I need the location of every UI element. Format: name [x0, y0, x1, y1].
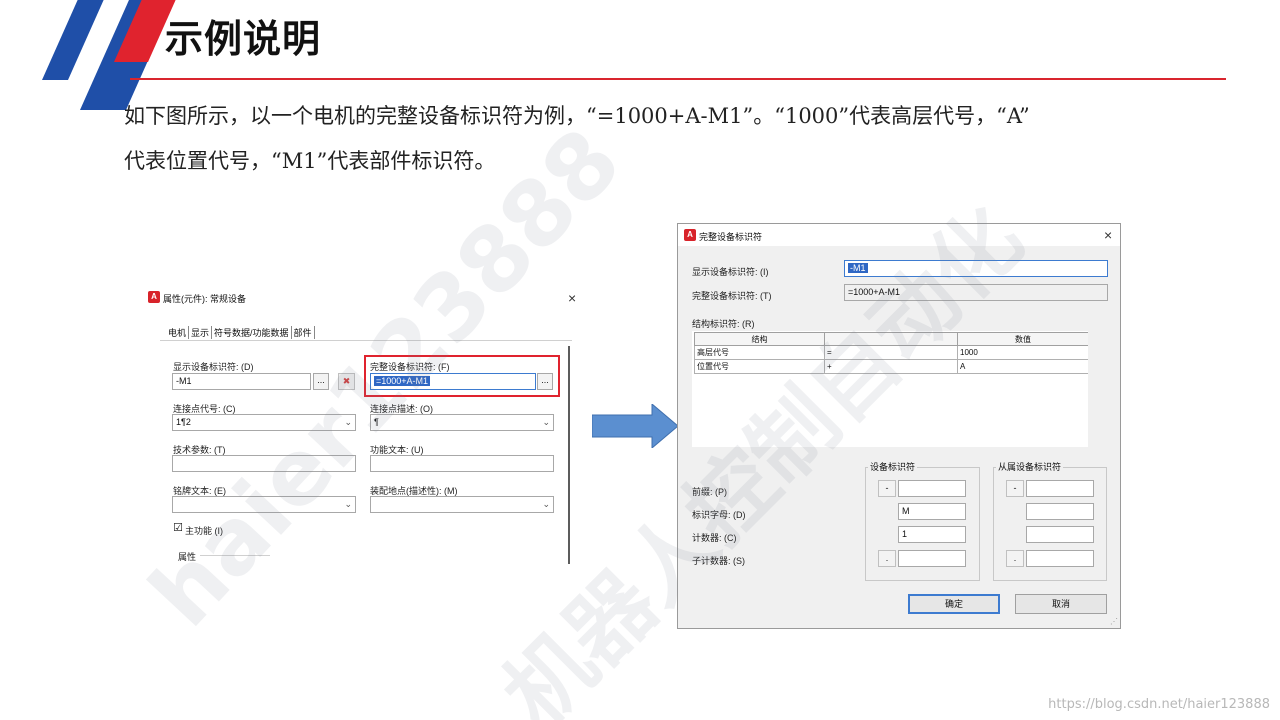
device-id-group-title: 设备标识符 [868, 460, 918, 473]
display-id-field[interactable]: -M1 [844, 260, 1108, 277]
struct-label: 结构标识符: (R) [692, 319, 755, 329]
highlight-box [364, 355, 560, 397]
parent-counter-field[interactable] [1026, 526, 1094, 543]
tab-panel-divider [160, 340, 572, 341]
delete-icon[interactable]: ✖ [338, 373, 355, 390]
properties-titlebar: A 属性(元件): 常规设备 × [142, 284, 586, 306]
tab-motor[interactable]: 电机 [166, 326, 190, 339]
chevron-down-icon: ⌄ [344, 499, 352, 509]
tech-param-field[interactable] [172, 455, 356, 472]
conn-desc-value: ¶ [374, 417, 379, 427]
nameplate-select[interactable]: ⌄ [172, 496, 356, 513]
display-id-label: 显示设备标识符: (I) [692, 267, 769, 277]
subcounter-label: 子计数器: (S) [692, 556, 745, 566]
full-id-dialog-title: 完整设备标识符 [699, 232, 763, 242]
structure-table: 结构 数值 高层代号 = 1000 位置代号 + A [694, 332, 1089, 374]
parent-id-group-title: 从属设备标识符 [996, 460, 1064, 473]
table-row[interactable]: 高层代号 = 1000 [694, 345, 1089, 360]
display-id-selected-text: -M1 [848, 263, 868, 273]
resize-grip-icon[interactable]: ⋰ [1110, 617, 1118, 626]
row-name: 高层代号 [694, 345, 825, 360]
full-id-titlebar: A 完整设备标识符 × [678, 224, 1120, 246]
letter-field[interactable]: M [898, 503, 966, 520]
counter-field[interactable]: 1 [898, 526, 966, 543]
tab-symbol-data[interactable]: 符号数据/功能数据 [212, 326, 292, 339]
display-id-field[interactable]: -M1 [172, 373, 311, 390]
row-sep: + [824, 359, 958, 374]
parent-letter-field[interactable] [1026, 503, 1094, 520]
app-icon: A [148, 291, 160, 303]
full-id-readonly-field: =1000+A-M1 [844, 284, 1108, 301]
conn-code-select[interactable]: 1¶2 ⌄ [172, 414, 356, 431]
col-value[interactable]: 数值 [957, 332, 1089, 346]
table-row[interactable]: 位置代号 + A [694, 359, 1089, 374]
full-id-label: 完整设备标识符: (T) [692, 291, 772, 301]
title-underline [130, 78, 1226, 80]
app-icon: A [684, 229, 696, 241]
properties-section-label: 属性 [178, 552, 197, 562]
row-value[interactable]: 1000 [957, 345, 1089, 360]
row-sep: = [824, 345, 958, 360]
row-name: 位置代号 [694, 359, 825, 374]
main-func-label: 主功能 (I) [185, 526, 223, 536]
func-text-field[interactable] [370, 455, 554, 472]
mount-select[interactable]: ⌄ [370, 496, 554, 513]
col-structure[interactable]: 结构 [694, 332, 825, 346]
properties-tabs: 电机 显示 符号数据/功能数据 部件 [166, 326, 315, 339]
description-line-1: 如下图所示，以一个电机的完整设备标识符为例，“=1000+A-M1”。“1000… [124, 104, 1030, 128]
prefix-label: 前缀: (P) [692, 487, 727, 497]
chevron-down-icon: ⌄ [542, 499, 550, 509]
properties-dialog-title: 属性(元件): 常规设备 [163, 294, 246, 304]
csdn-url: https://blog.csdn.net/haier123888 [1048, 697, 1270, 712]
full-identifier-dialog: A 完整设备标识符 × 显示设备标识符: (I) -M1 完整设备标识符: (T… [677, 223, 1121, 629]
parent-prefix-button[interactable]: - [1006, 480, 1024, 497]
col-separator[interactable] [824, 332, 958, 346]
close-icon[interactable]: × [1104, 228, 1112, 242]
properties-section-rule [200, 555, 270, 556]
chevron-down-icon: ⌄ [344, 417, 352, 427]
display-id-browse-button[interactable]: ... [313, 373, 329, 390]
description-line-2: 代表位置代号，“M1”代表部件标识符。 [124, 149, 496, 173]
chevron-down-icon: ⌄ [542, 417, 550, 427]
row-value[interactable]: A [957, 359, 1089, 374]
prefix-field[interactable] [898, 480, 966, 497]
tab-display[interactable]: 显示 [189, 326, 213, 339]
letter-label: 标识字母: (D) [692, 510, 746, 520]
grid-scrollbar[interactable] [1088, 331, 1106, 447]
display-id-label: 显示设备标识符: (D) [173, 362, 254, 372]
counter-label: 计数器: (C) [692, 533, 737, 543]
ok-button[interactable]: 确定 [908, 594, 1000, 614]
conn-desc-select[interactable]: ¶ ⌄ [370, 414, 554, 431]
properties-dialog: A 属性(元件): 常规设备 × 电机 显示 符号数据/功能数据 部件 显示设备标识符… [142, 284, 586, 566]
page-title: 示例说明 [165, 17, 322, 61]
cancel-button[interactable]: 取消 [1015, 594, 1107, 614]
prefix-button[interactable]: - [878, 480, 896, 497]
parent-subcounter-field[interactable] [1026, 550, 1094, 567]
parent-subcounter-button[interactable]: . [1006, 550, 1024, 567]
header-stripe-blue-left [42, 0, 104, 80]
main-func-checkbox[interactable]: ☑ [173, 523, 183, 534]
close-icon[interactable]: × [568, 291, 576, 305]
parent-prefix-field[interactable] [1026, 480, 1094, 497]
panel-scrollbar[interactable] [568, 346, 570, 564]
conn-code-value: 1¶2 [176, 417, 191, 427]
tab-parts[interactable]: 部件 [292, 326, 315, 339]
subcounter-button[interactable]: . [878, 550, 896, 567]
subcounter-field[interactable] [898, 550, 966, 567]
arrow-right-icon [592, 404, 679, 448]
